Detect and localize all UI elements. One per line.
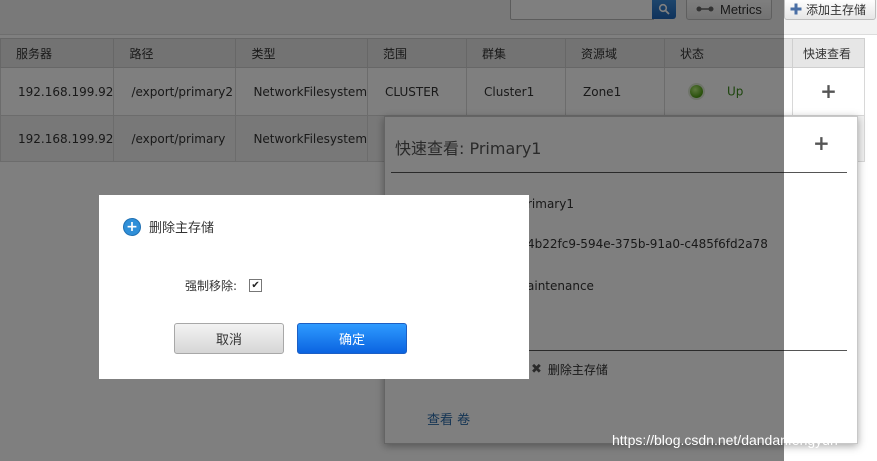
confirm-button[interactable]: 确定 bbox=[297, 323, 407, 354]
add-primary-storage-label: 添加主存储 bbox=[806, 2, 867, 17]
force-remove-checkbox[interactable]: ✔ bbox=[249, 279, 263, 292]
delete-primary-storage-dialog: + 删除主存储 强制移除: ✔ 取消 确定 bbox=[99, 195, 529, 379]
cell-quickview: + bbox=[792, 67, 866, 116]
dialog-title: + 删除主存储 bbox=[123, 217, 214, 236]
checkmark-icon: ✔ bbox=[251, 279, 260, 291]
plus-icon bbox=[790, 3, 802, 15]
quickview-plus-icon[interactable]: + bbox=[820, 81, 837, 101]
watermark: https://blog.csdn.net/dandanfengyun bbox=[612, 432, 838, 448]
quickview-plus-icon[interactable]: + bbox=[813, 131, 830, 155]
dialog-title-label: 删除主存储 bbox=[149, 221, 215, 236]
cancel-button[interactable]: 取消 bbox=[174, 323, 284, 354]
force-remove-label: 强制移除: bbox=[185, 279, 238, 293]
force-remove-field: 强制移除: ✔ bbox=[185, 277, 263, 294]
column-header-quickview: 快速查看 bbox=[792, 38, 866, 68]
add-primary-storage-button[interactable]: 添加主存储 bbox=[784, 0, 876, 20]
plus-circle-icon: + bbox=[123, 217, 141, 236]
